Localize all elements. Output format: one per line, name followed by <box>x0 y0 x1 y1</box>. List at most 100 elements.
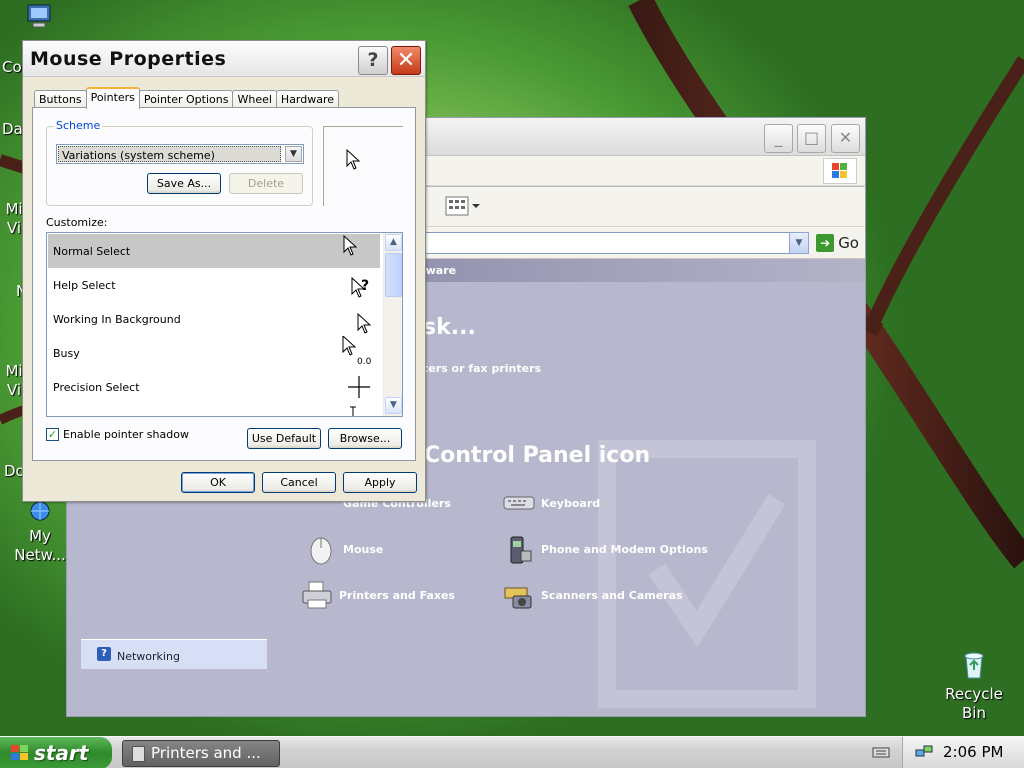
help-icon: ? <box>97 647 111 661</box>
ok-button[interactable]: OK <box>181 472 255 493</box>
desktop-icon-label-2[interactable]: Da <box>2 120 23 139</box>
scheme-group-label: Scheme <box>54 119 103 132</box>
browse-button[interactable]: Browse... <box>328 428 402 449</box>
use-default-button[interactable]: Use Default <box>247 428 321 449</box>
close-button[interactable]: ✕ <box>831 124 860 153</box>
enable-shadow-checkbox-row[interactable]: ✓ Enable pointer shadow <box>46 428 189 441</box>
phone-icon <box>503 533 535 565</box>
cursor-label: Help Select <box>53 279 116 292</box>
save-as-button[interactable]: Save As... <box>147 173 221 194</box>
pick-icon-heading: Control Panel icon <box>424 443 651 468</box>
taskbar-button-printers[interactable]: Printers and ... <box>122 740 280 767</box>
enable-shadow-label: Enable pointer shadow <box>63 428 189 441</box>
task-link[interactable]: ters or fax printers <box>423 362 541 375</box>
printer-icon <box>301 579 333 611</box>
dialog-title: Mouse Properties <box>30 48 227 70</box>
vertical-scrollbar[interactable]: ▲ ▼ <box>383 233 402 416</box>
cursor-label: Normal Select <box>53 245 131 258</box>
cp-item-mouse[interactable]: Mouse <box>305 533 383 565</box>
cp-item-keyboard[interactable]: Keyboard <box>503 487 600 519</box>
taskbar-button-label: Printers and ... <box>151 744 261 762</box>
arrow-cursor-icon <box>343 234 358 256</box>
scheme-select-value: Variations (system scheme) <box>58 146 281 162</box>
chevron-down-icon[interactable]: ▼ <box>285 146 302 162</box>
list-item[interactable]: Busy 0.0 <box>48 336 380 370</box>
windows-logo-icon <box>823 158 857 184</box>
task-heading: sk... <box>423 315 476 340</box>
start-button[interactable]: start <box>0 737 112 768</box>
scroll-thumb[interactable] <box>385 253 402 297</box>
cancel-button[interactable]: Cancel <box>262 472 336 493</box>
views-icon <box>445 196 480 216</box>
list-item[interactable]: Working In Background <box>48 302 380 336</box>
mouse-icon <box>305 533 337 565</box>
taskbar: start Printers and ... 2:06 PM <box>0 736 1024 768</box>
svg-text:0.0: 0.0 <box>357 357 372 367</box>
list-item[interactable]: Normal Select <box>48 234 380 268</box>
cp-item-label: Scanners and Cameras <box>541 588 683 602</box>
network-tray-icon[interactable] <box>915 744 933 760</box>
chevron-down-icon[interactable]: ▼ <box>789 232 809 254</box>
windows-logo-icon <box>11 745 28 760</box>
sidebar-item-networking[interactable]: ? Networking <box>81 639 267 669</box>
svg-text:?: ? <box>361 278 369 294</box>
desktop-icon-label: My Netw... <box>14 527 66 564</box>
scanner-icon <box>503 579 535 611</box>
working-cursor-icon <box>357 312 372 334</box>
tab-pointers[interactable]: Pointers <box>85 87 140 109</box>
mouse-properties-dialog[interactable]: Mouse Properties ? ✕ Buttons Pointers Po… <box>22 40 426 502</box>
network-globe-icon <box>30 501 50 521</box>
cursor-label: Busy <box>53 347 80 360</box>
desktop-icon-my-network[interactable]: My Netw... <box>8 500 72 565</box>
scroll-down-icon[interactable]: ▼ <box>385 397 402 414</box>
go-label: Go <box>838 234 859 252</box>
maximize-button[interactable]: □ <box>797 124 826 153</box>
desktop-icon-label-1[interactable]: Co <box>2 58 22 77</box>
scheme-select[interactable]: Variations (system scheme) ▼ <box>56 144 304 164</box>
go-arrow-icon: ➔ <box>816 234 835 252</box>
list-item[interactable]: Precision Select <box>48 370 380 404</box>
desktop-icon-recycle-bin[interactable]: Recycle Bin <box>940 650 1008 723</box>
desktop-icon-my-computer[interactable] <box>24 2 54 35</box>
desktop-icon-label-3[interactable]: Mi Vi <box>4 200 24 238</box>
scroll-up-icon[interactable]: ▲ <box>385 234 402 251</box>
pointer-preview <box>323 126 403 206</box>
arrow-cursor-icon <box>346 149 361 170</box>
keyboard-tray-icon[interactable] <box>872 744 890 760</box>
clock[interactable]: 2:06 PM <box>943 743 1003 761</box>
cursor-list[interactable]: Normal Select Help Select ? Working In B… <box>46 232 403 417</box>
start-label: start <box>34 741 89 765</box>
cp-item-label: Printers and Faxes <box>339 588 455 602</box>
list-item[interactable]: Help Select ? <box>48 268 380 302</box>
system-tray: 2:06 PM <box>902 737 1024 768</box>
tab-strip: Buttons Pointers Pointer Options Wheel H… <box>34 87 340 109</box>
delete-button[interactable]: Delete <box>229 173 303 194</box>
keyboard-icon <box>503 487 535 519</box>
cursor-label: Precision Select <box>53 381 140 394</box>
cursor-label: Working In Background <box>53 313 181 326</box>
dialog-titlebar[interactable]: Mouse Properties ? ✕ <box>23 41 425 77</box>
scheme-group: Scheme Variations (system scheme) ▼ Save… <box>46 119 313 206</box>
cp-item-label: Phone and Modem Options <box>541 542 708 556</box>
crosshair-cursor-icon <box>348 376 370 398</box>
desktop-icon-label: Recycle Bin <box>945 685 1003 722</box>
apply-button[interactable]: Apply <box>343 472 417 493</box>
help-button[interactable]: ? <box>358 46 388 75</box>
views-button[interactable] <box>445 195 485 219</box>
customize-label: Customize: <box>46 216 108 229</box>
recycle-bin-icon <box>964 652 984 679</box>
cp-item-scanners-cameras[interactable]: Scanners and Cameras <box>503 579 683 611</box>
sidebar-link-label: Networking <box>117 650 180 663</box>
enable-shadow-checkbox[interactable]: ✓ <box>46 428 59 441</box>
computer-icon <box>27 4 51 28</box>
text-cursor-icon <box>350 406 356 416</box>
window-icon <box>132 746 145 762</box>
close-button[interactable]: ✕ <box>391 46 421 75</box>
cp-item-label: Mouse <box>343 542 384 556</box>
minimize-button[interactable]: _ <box>764 124 793 153</box>
go-button[interactable]: ➔ Go <box>816 233 859 253</box>
cp-item-printers-faxes[interactable]: Printers and Faxes <box>301 579 455 611</box>
pointers-tab-panel: Scheme Variations (system scheme) ▼ Save… <box>32 107 416 461</box>
desktop-icon-label-5[interactable]: Mi Vi <box>4 362 24 400</box>
cp-item-phone-modem[interactable]: Phone and Modem Options <box>503 533 708 565</box>
